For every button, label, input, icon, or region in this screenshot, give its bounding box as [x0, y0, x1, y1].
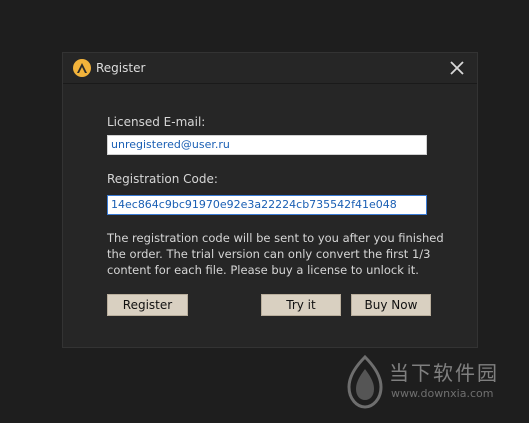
info-text: The registration code will be sent to yo… [107, 231, 444, 277]
email-label: Licensed E-mail: [107, 115, 206, 129]
registration-code-label: Registration Code: [107, 172, 218, 186]
registration-code-field[interactable]: 14ec864c9bc91970e92e3a22224cb735542f41e0… [107, 195, 427, 215]
register-button[interactable]: Register [107, 294, 188, 316]
dialog-title: Register [96, 61, 146, 75]
app-logo-icon [73, 59, 91, 77]
watermark: 当下软件园 www.downxia.com [343, 355, 523, 411]
try-it-button[interactable]: Try it [261, 294, 341, 316]
title-bar: Register [63, 53, 477, 84]
buy-now-button[interactable]: Buy Now [351, 294, 431, 316]
email-field[interactable]: unregistered@user.ru [107, 135, 427, 155]
downxia-logo-icon [347, 355, 383, 409]
register-dialog: Register Licensed E-mail: unregistered@u… [62, 52, 478, 348]
watermark-site-name: 当下软件园 [389, 361, 499, 385]
close-icon[interactable] [447, 58, 467, 78]
watermark-url: www.downxia.com [391, 387, 494, 400]
